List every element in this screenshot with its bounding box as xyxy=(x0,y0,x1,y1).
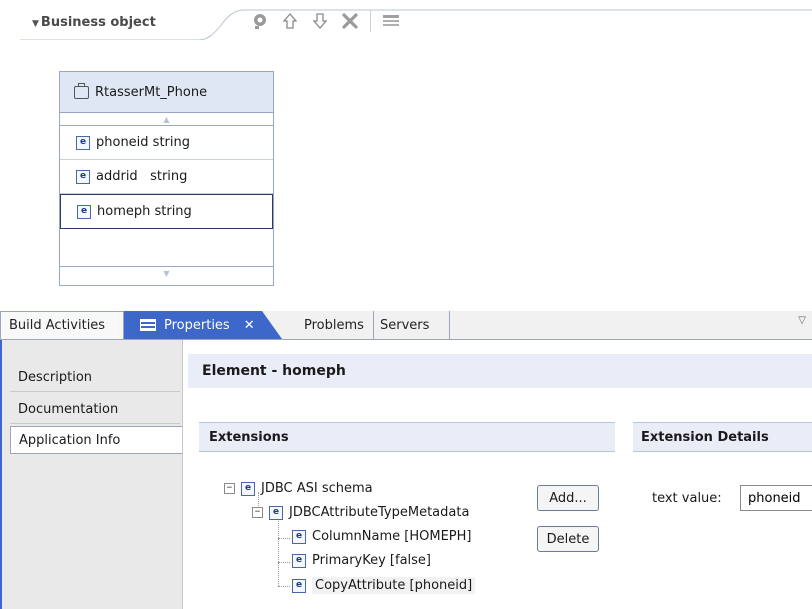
element-icon: e xyxy=(292,578,306,593)
section-title[interactable]: ▼ Business object xyxy=(32,15,156,30)
element-icon: e xyxy=(269,505,283,520)
delete-icon[interactable] xyxy=(340,11,360,31)
properties-view: Description Documentation Application In… xyxy=(0,340,812,609)
properties-icon[interactable] xyxy=(381,11,401,31)
delete-button[interactable]: Delete xyxy=(537,526,599,552)
business-object-editor: ▼ Business object RtasserMt_Phone ▲ e ph… xyxy=(0,0,812,300)
element-icon: e xyxy=(76,135,90,150)
tab-servers[interactable]: Servers xyxy=(374,311,450,339)
tree-connector xyxy=(278,586,290,587)
tree-node-copy-attribute[interactable]: e CopyAttribute [phoneid] xyxy=(292,577,476,594)
tree-connector xyxy=(278,516,279,586)
tab-properties[interactable]: Properties ✕ xyxy=(124,311,282,339)
tree-node-column-name[interactable]: e ColumnName [HOMEPH] xyxy=(292,529,471,544)
toolbar-divider xyxy=(370,10,371,32)
attribute-row[interactable]: e phoneid string xyxy=(60,126,273,160)
element-icon: e xyxy=(241,481,255,496)
collapse-icon[interactable]: − xyxy=(224,483,235,494)
element-icon: e xyxy=(292,529,306,544)
business-object-box[interactable]: RtasserMt_Phone ▲ e phoneid string e add… xyxy=(59,71,274,286)
scroll-up-icon[interactable]: ▲ xyxy=(60,113,273,126)
properties-side-tabs: Description Documentation Application In… xyxy=(2,340,183,609)
properties-view-icon xyxy=(140,319,156,331)
view-tab-bar: Build Activities Properties ✕ Problems S… xyxy=(0,311,812,340)
close-icon[interactable]: ✕ xyxy=(244,318,255,333)
extension-details-section-title: Extension Details xyxy=(633,422,812,452)
tree-connector xyxy=(278,538,290,539)
tree-node-primary-key[interactable]: e PrimaryKey [false] xyxy=(292,553,431,568)
scroll-down-icon[interactable]: ▼ xyxy=(60,267,273,279)
text-value-field[interactable] xyxy=(740,485,812,511)
text-value-label: text value: xyxy=(652,491,722,506)
move-down-icon[interactable] xyxy=(310,11,330,31)
attribute-empty-area xyxy=(60,229,273,267)
tree-connector xyxy=(278,562,290,563)
element-icon: e xyxy=(292,553,306,568)
element-icon: e xyxy=(76,169,90,184)
view-menu-icon[interactable]: ▽ xyxy=(798,315,806,326)
tab-build-activities[interactable]: Build Activities xyxy=(0,311,124,339)
move-up-icon[interactable] xyxy=(280,11,300,31)
add-attribute-icon[interactable] xyxy=(250,11,270,31)
side-tab-application-info[interactable]: Application Info xyxy=(10,426,182,454)
business-object-title[interactable]: RtasserMt_Phone xyxy=(60,72,273,113)
attribute-row[interactable]: e addrid string xyxy=(60,160,273,194)
properties-title: Element - homeph xyxy=(188,354,812,388)
editor-toolbar xyxy=(250,8,401,34)
add-button[interactable]: Add... xyxy=(537,485,599,511)
twistie-icon[interactable]: ▼ xyxy=(32,19,39,29)
tree-node-attribute-metadata[interactable]: − e JDBCAttributeTypeMetadata xyxy=(252,505,469,520)
tree-node-jdbc-asi-schema[interactable]: − e JDBC ASI schema xyxy=(224,481,373,496)
element-icon: e xyxy=(77,204,91,219)
extensions-section-title: Extensions xyxy=(199,422,615,452)
collapse-icon[interactable]: − xyxy=(252,507,263,518)
bo-header: ▼ Business object xyxy=(0,0,812,40)
business-object-icon xyxy=(74,82,89,99)
tab-problems[interactable]: Problems xyxy=(294,311,374,339)
side-tab-description[interactable]: Description xyxy=(10,364,180,392)
attribute-row-selected[interactable]: e homeph string xyxy=(60,194,273,229)
side-tab-documentation[interactable]: Documentation xyxy=(10,396,180,424)
